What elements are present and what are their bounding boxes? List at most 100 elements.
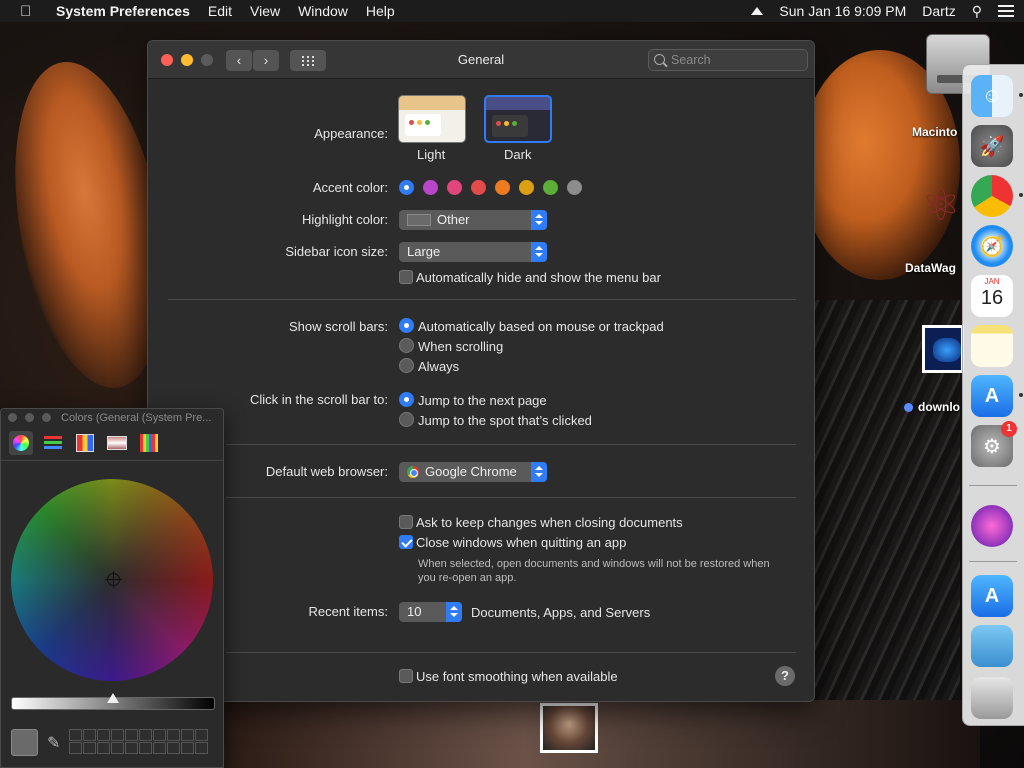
menu-help[interactable]: Help [366, 3, 395, 19]
jump-next-page-label[interactable]: Jump to the next page [418, 393, 547, 408]
pencils-tab[interactable] [137, 431, 161, 455]
scroll-always-label[interactable]: Always [418, 359, 459, 374]
ask-keep-changes-label[interactable]: Ask to keep changes when closing documen… [416, 515, 683, 530]
scroll-auto-radio[interactable] [399, 318, 414, 333]
crosshair-icon[interactable] [105, 571, 122, 588]
app-store-downloads-icon[interactable]: A [971, 575, 1013, 617]
help-button[interactable]: ? [775, 666, 795, 686]
color-wheel-tab[interactable] [9, 431, 33, 455]
close-windows-label[interactable]: Close windows when quitting an app [416, 535, 626, 550]
auto-hide-menubar-checkbox[interactable] [399, 270, 413, 284]
saved-swatch-slot[interactable] [69, 742, 82, 754]
hard-drive-label[interactable]: Macinto [912, 125, 962, 139]
scroll-auto-label[interactable]: Automatically based on mouse or trackpad [418, 319, 664, 334]
chrome-icon[interactable] [971, 175, 1013, 217]
colors-panel: Colors (General (System Pre... ✎ [0, 408, 224, 768]
accent-color-swatch[interactable] [543, 180, 558, 195]
scroll-when-scrolling-label[interactable]: When scrolling [418, 339, 503, 354]
saved-swatch-slot[interactable] [195, 742, 208, 754]
saved-swatch-slot[interactable] [97, 742, 110, 754]
appearance-light-option[interactable] [398, 95, 466, 143]
downloads-folder-icon[interactable] [971, 625, 1013, 667]
color-sliders-tab[interactable] [41, 431, 65, 455]
eject-icon[interactable] [751, 7, 764, 15]
accent-color-swatch[interactable] [471, 180, 486, 195]
dock-separator [969, 561, 1017, 562]
menu-edit[interactable]: Edit [208, 3, 232, 19]
recent-items-suffix: Documents, Apps, and Servers [471, 605, 651, 620]
scroll-always-radio[interactable] [399, 358, 414, 373]
jump-next-page-radio[interactable] [399, 392, 414, 407]
saved-swatch-slot[interactable] [69, 729, 82, 741]
accent-color-swatch[interactable] [567, 180, 582, 195]
menu-view[interactable]: View [250, 3, 280, 19]
default-browser-popup[interactable]: Google Chrome [399, 462, 547, 482]
dock: ☺ 🚀 🧭 JAN 16 A ⚙ 1 A [962, 64, 1024, 726]
saved-swatch-slot[interactable] [181, 729, 194, 741]
safari-icon[interactable]: 🧭 [971, 225, 1013, 267]
image-palettes-tab[interactable] [105, 431, 129, 455]
recent-items-popup[interactable]: 10 [399, 602, 462, 622]
scroll-when-scrolling-radio[interactable] [399, 338, 414, 353]
notes-icon[interactable] [971, 325, 1013, 367]
colors-minimize-button[interactable] [25, 413, 34, 422]
menu-app-name[interactable]: System Preferences [56, 3, 190, 19]
saved-swatch-slot[interactable] [153, 742, 166, 754]
system-preferences-icon[interactable]: ⚙ 1 [971, 421, 1017, 467]
installer-icon[interactable] [971, 505, 1013, 547]
menu-window[interactable]: Window [298, 3, 348, 19]
launchpad-icon[interactable]: 🚀 [971, 125, 1013, 167]
apple-menu-icon[interactable]:  [20, 3, 38, 20]
color-palettes-tab[interactable] [73, 431, 97, 455]
brightness-slider-knob[interactable] [107, 693, 119, 703]
menu-user[interactable]: Dartz [922, 3, 955, 19]
saved-swatch-slot[interactable] [111, 729, 124, 741]
highlight-color-popup[interactable]: Other [399, 210, 547, 230]
dog-photo-icon[interactable] [540, 703, 598, 753]
saved-swatch-slot[interactable] [195, 729, 208, 741]
trash-icon[interactable] [971, 677, 1013, 719]
current-color-swatch[interactable] [11, 729, 38, 756]
jump-spot-label[interactable]: Jump to the spot that’s clicked [418, 413, 592, 428]
accent-color-swatch[interactable] [399, 180, 414, 195]
menu-clock[interactable]: Sun Jan 16 9:09 PM [779, 3, 906, 19]
appearance-dark-option[interactable] [484, 95, 552, 143]
show-scroll-bars-label: Show scroll bars: [289, 319, 388, 334]
accent-color-swatch[interactable] [495, 180, 510, 195]
eyedropper-icon[interactable]: ✎ [47, 733, 60, 753]
ask-keep-changes-checkbox[interactable] [399, 515, 413, 529]
download-label[interactable]: downlo [918, 400, 962, 414]
colors-zoom-button[interactable] [42, 413, 51, 422]
font-smoothing-checkbox[interactable] [399, 669, 413, 683]
saved-swatch-slot[interactable] [125, 729, 138, 741]
auto-hide-menubar-label[interactable]: Automatically hide and show the menu bar [416, 270, 661, 285]
download-thumbnail-icon[interactable] [922, 325, 964, 373]
datawag-label[interactable]: DataWag [905, 261, 962, 275]
jump-spot-radio[interactable] [399, 412, 414, 427]
saved-swatch-slot[interactable] [83, 742, 96, 754]
spotlight-search-icon[interactable]: ⚲ [972, 3, 982, 20]
search-input[interactable]: Search [648, 49, 808, 71]
saved-swatch-slot[interactable] [139, 729, 152, 741]
font-smoothing-label[interactable]: Use font smoothing when available [416, 669, 618, 684]
colors-close-button[interactable] [8, 413, 17, 422]
saved-swatch-slot[interactable] [153, 729, 166, 741]
saved-swatch-slot[interactable] [181, 742, 194, 754]
calendar-icon[interactable]: JAN 16 [971, 275, 1013, 317]
saved-swatch-slot[interactable] [125, 742, 138, 754]
accent-color-swatch[interactable] [519, 180, 534, 195]
finder-icon[interactable]: ☺ [971, 75, 1013, 117]
atom-app-icon[interactable]: ⚛ [916, 176, 966, 236]
accent-color-swatch[interactable] [447, 180, 462, 195]
notification-center-icon[interactable] [998, 5, 1014, 17]
app-store-icon[interactable]: A [971, 375, 1013, 417]
close-windows-checkbox[interactable] [399, 535, 413, 549]
sidebar-icon-size-popup[interactable]: Large [399, 242, 547, 262]
saved-swatch-slot[interactable] [139, 742, 152, 754]
saved-swatch-slot[interactable] [83, 729, 96, 741]
saved-swatch-slot[interactable] [111, 742, 124, 754]
saved-swatch-slot[interactable] [167, 742, 180, 754]
saved-swatch-slot[interactable] [97, 729, 110, 741]
accent-color-swatch[interactable] [423, 180, 438, 195]
saved-swatch-slot[interactable] [167, 729, 180, 741]
